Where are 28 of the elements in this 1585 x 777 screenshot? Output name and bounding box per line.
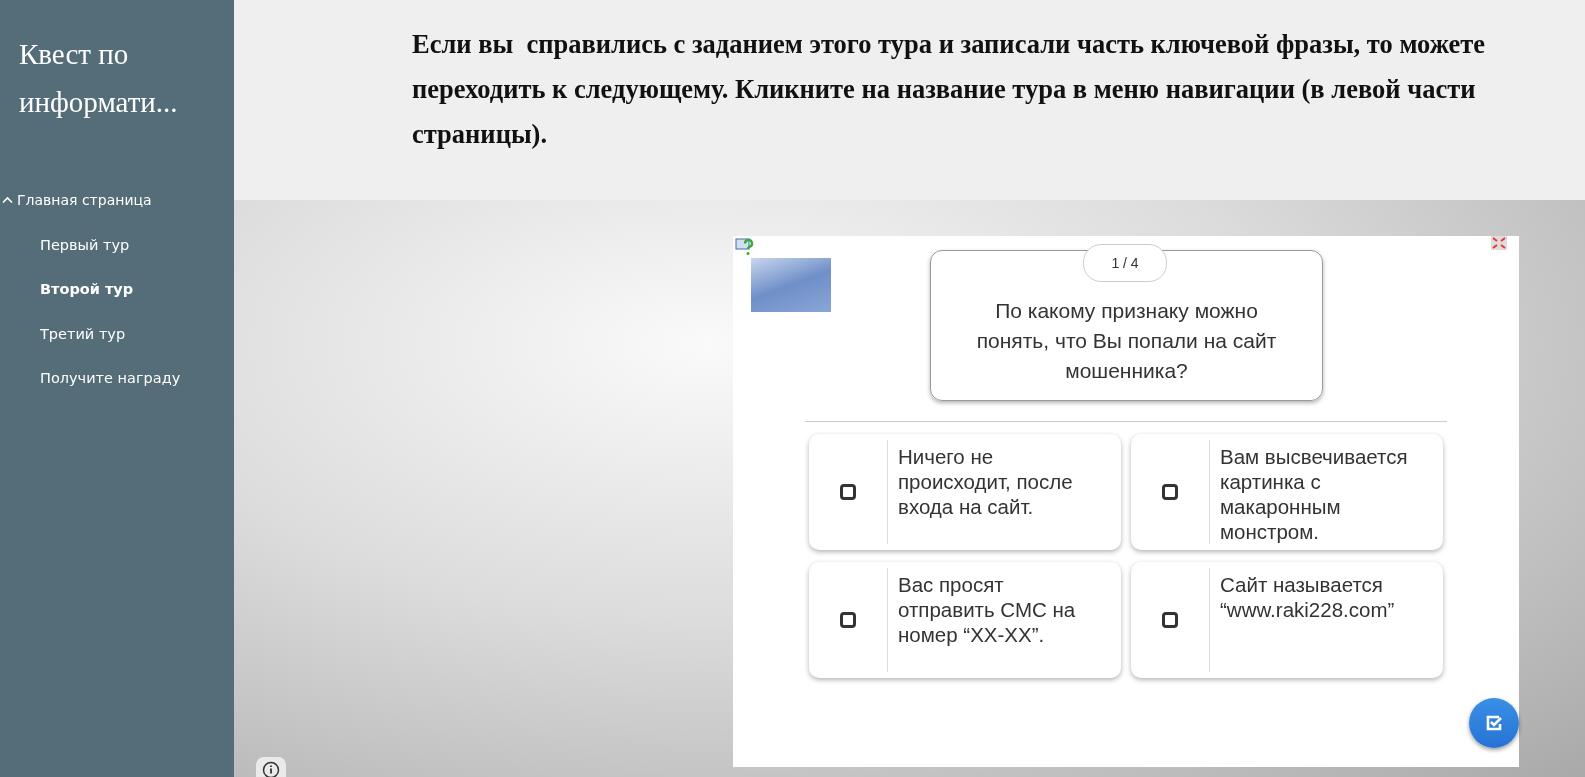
answer-option[interactable]: Сайт называется “www.raki228.com”: [1131, 562, 1443, 678]
answer-option[interactable]: Вас просят отправить СМС на номер “XX-XX”.: [809, 562, 1121, 678]
answer-option[interactable]: Вам высвечивается картинка с макаронным монстром.: [1131, 434, 1443, 550]
info-button[interactable]: [256, 757, 286, 777]
chevron-icon: [2, 196, 13, 204]
answer-option[interactable]: Ничего не происходит, после входа на сайт.: [809, 434, 1121, 550]
nav-item[interactable]: Второй тур: [0, 279, 234, 299]
nav-item[interactable]: Третий тур: [0, 323, 234, 344]
answer-text: Вам высвечивается картинка с макаронным монстром.: [1219, 444, 1409, 545]
info-icon: [262, 761, 280, 777]
question-counter: 1 / 4: [1083, 244, 1167, 282]
checkbox[interactable]: [1162, 484, 1178, 500]
answer-text: Ничего не происходит, после входа на сайт.: [897, 444, 1074, 520]
submit-button[interactable]: [1469, 698, 1519, 748]
answer-text: Сайт называется “www.raki228.com”: [1219, 572, 1396, 623]
site-title: Квест по информати...: [19, 37, 179, 120]
nav-item[interactable]: Получите награду: [0, 368, 234, 388]
checkbox[interactable]: [840, 484, 856, 500]
checkbox[interactable]: [1162, 612, 1178, 628]
check-icon: [1484, 713, 1504, 733]
nav-item[interactable]: Главная страница: [0, 190, 234, 210]
help-icon[interactable]: [735, 236, 755, 256]
checkbox[interactable]: [840, 612, 856, 628]
fullscreen-icon[interactable]: [1491, 236, 1507, 250]
instruction-text: Если вы справились с заданием этого тура и записали часть ключевой фразы, то можете переходить к следующему. Кликните на название тура в меню навигации (в левой части страницы).: [412, 28, 1487, 151]
nav-item[interactable]: Первый тур: [0, 234, 234, 255]
question-text: По какому признаку можно понять, что Вы попали на сайт мошенника?: [975, 297, 1278, 384]
answer-text: Вас просят отправить СМС на номер “XX-XX”.: [897, 572, 1077, 648]
